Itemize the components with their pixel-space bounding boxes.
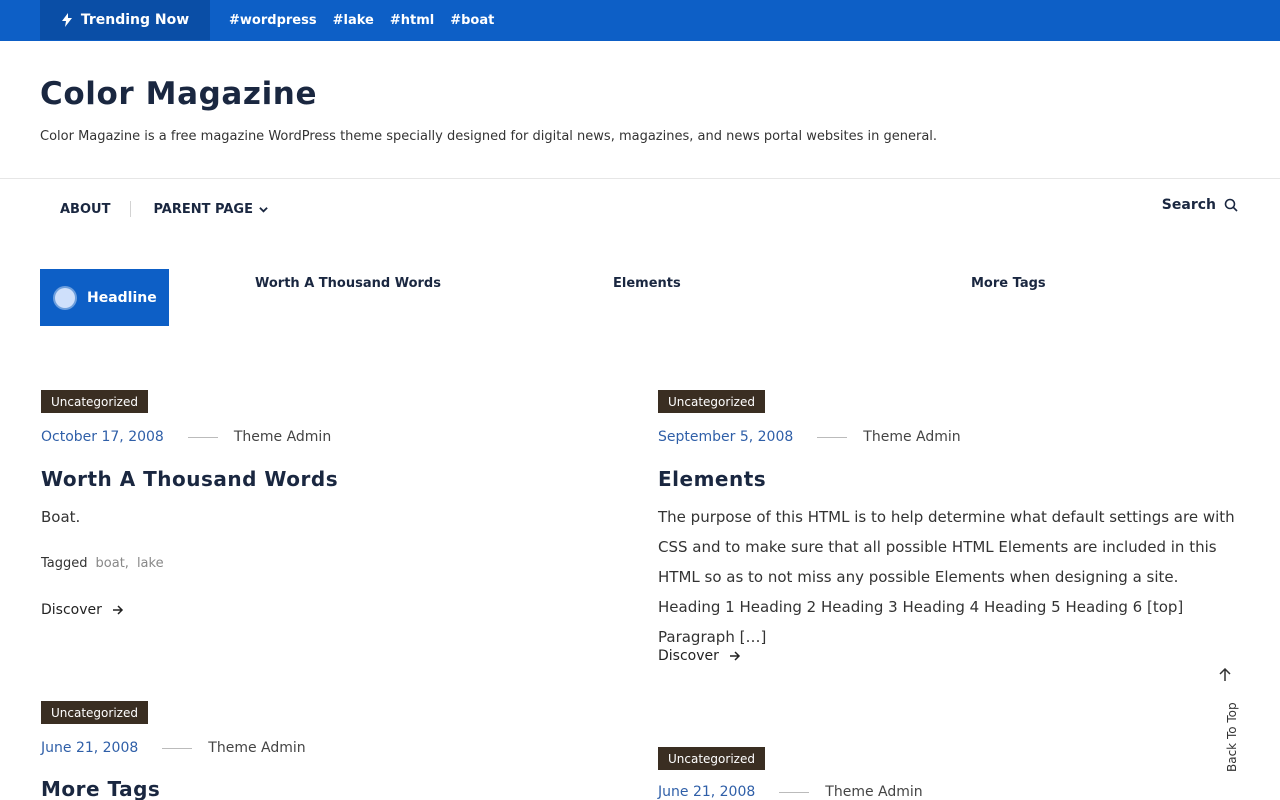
meta-divider: [817, 436, 848, 438]
back-to-top-label: Back To Top: [1225, 702, 1239, 772]
post-title[interactable]: More Tags: [41, 777, 160, 800]
trending-tag-html[interactable]: #html: [390, 13, 434, 28]
nav-separator: [130, 201, 132, 217]
meta-divider: [162, 747, 193, 749]
category-badge[interactable]: Uncategorized: [658, 747, 765, 770]
trending-tag-wordpress[interactable]: #wordpress: [229, 13, 317, 28]
arrow-right-icon: [112, 605, 123, 615]
headline-label: Headline: [40, 269, 169, 326]
post-tags: Tagged boat, lake: [41, 556, 164, 571]
post-author[interactable]: Theme Admin: [208, 740, 305, 756]
search-label: Search: [1161, 197, 1216, 213]
tag-link-lake[interactable]: lake: [137, 556, 164, 571]
lightning-icon: [61, 13, 72, 27]
header-divider: [0, 178, 1280, 179]
trending-tag-boat[interactable]: #boat: [450, 13, 494, 28]
post-meta: June 21, 2008 Theme Admin: [658, 784, 923, 800]
post-date[interactable]: June 21, 2008: [658, 784, 755, 800]
post-meta: June 21, 2008 Theme Admin: [41, 740, 306, 756]
category-badge[interactable]: Uncategorized: [658, 390, 765, 413]
tag-comma: ,: [124, 556, 129, 571]
discover-link[interactable]: Discover: [658, 648, 741, 664]
meta-divider: [779, 791, 810, 793]
arrow-up-icon: [1219, 668, 1231, 681]
meta-divider: [187, 436, 218, 438]
category-badge[interactable]: Uncategorized: [41, 701, 148, 724]
trending-tags: #wordpress #lake #html #boat: [229, 0, 494, 41]
pulse-icon: [55, 287, 75, 308]
post-excerpt: The purpose of this HTML is to help dete…: [658, 508, 1235, 646]
back-to-top-button[interactable]: Back To Top: [1214, 668, 1239, 774]
tagged-label: Tagged: [41, 556, 88, 571]
post-author[interactable]: Theme Admin: [234, 429, 331, 445]
post-meta: October 17, 2008 Theme Admin: [41, 429, 331, 445]
post-title[interactable]: Worth A Thousand Words: [41, 467, 338, 491]
post-date[interactable]: October 17, 2008: [41, 429, 164, 445]
site-description: Color Magazine is a free magazine WordPr…: [40, 129, 938, 144]
post-date[interactable]: September 5, 2008: [658, 429, 793, 445]
tag-link-boat[interactable]: boat: [96, 556, 125, 571]
arrow-right-icon: [729, 651, 740, 661]
post-meta: September 5, 2008 Theme Admin: [658, 429, 961, 445]
discover-link[interactable]: Discover: [41, 602, 124, 618]
trending-tag-lake[interactable]: #lake: [333, 13, 374, 28]
post-author[interactable]: Theme Admin: [825, 784, 922, 800]
ticker-item[interactable]: More Tags: [971, 276, 1046, 291]
headline-text: Headline: [87, 289, 157, 306]
post-date[interactable]: June 21, 2008: [41, 740, 138, 756]
trending-now-text: Trending Now: [80, 12, 190, 28]
ticker-item[interactable]: Elements: [613, 276, 681, 291]
top-bar: Trending Now #wordpress #lake #html #boa…: [0, 0, 1280, 41]
post-author[interactable]: Theme Admin: [863, 429, 960, 445]
search-icon: [1224, 198, 1238, 212]
nav-item-parent-page[interactable]: PARENT PAGE: [153, 202, 268, 217]
post-title[interactable]: Elements: [658, 467, 766, 491]
search-button[interactable]: Search: [1162, 197, 1238, 213]
site-title[interactable]: Color Magazine: [40, 76, 317, 112]
primary-nav: ABOUT PARENT PAGE: [60, 200, 268, 218]
category-badge[interactable]: Uncategorized: [41, 390, 148, 413]
chevron-down-icon: [259, 206, 268, 213]
trending-now-label: Trending Now: [40, 0, 210, 40]
ticker-item[interactable]: Worth A Thousand Words: [255, 276, 441, 291]
nav-item-about[interactable]: ABOUT: [60, 202, 110, 217]
post-excerpt: Boat.: [41, 508, 81, 526]
